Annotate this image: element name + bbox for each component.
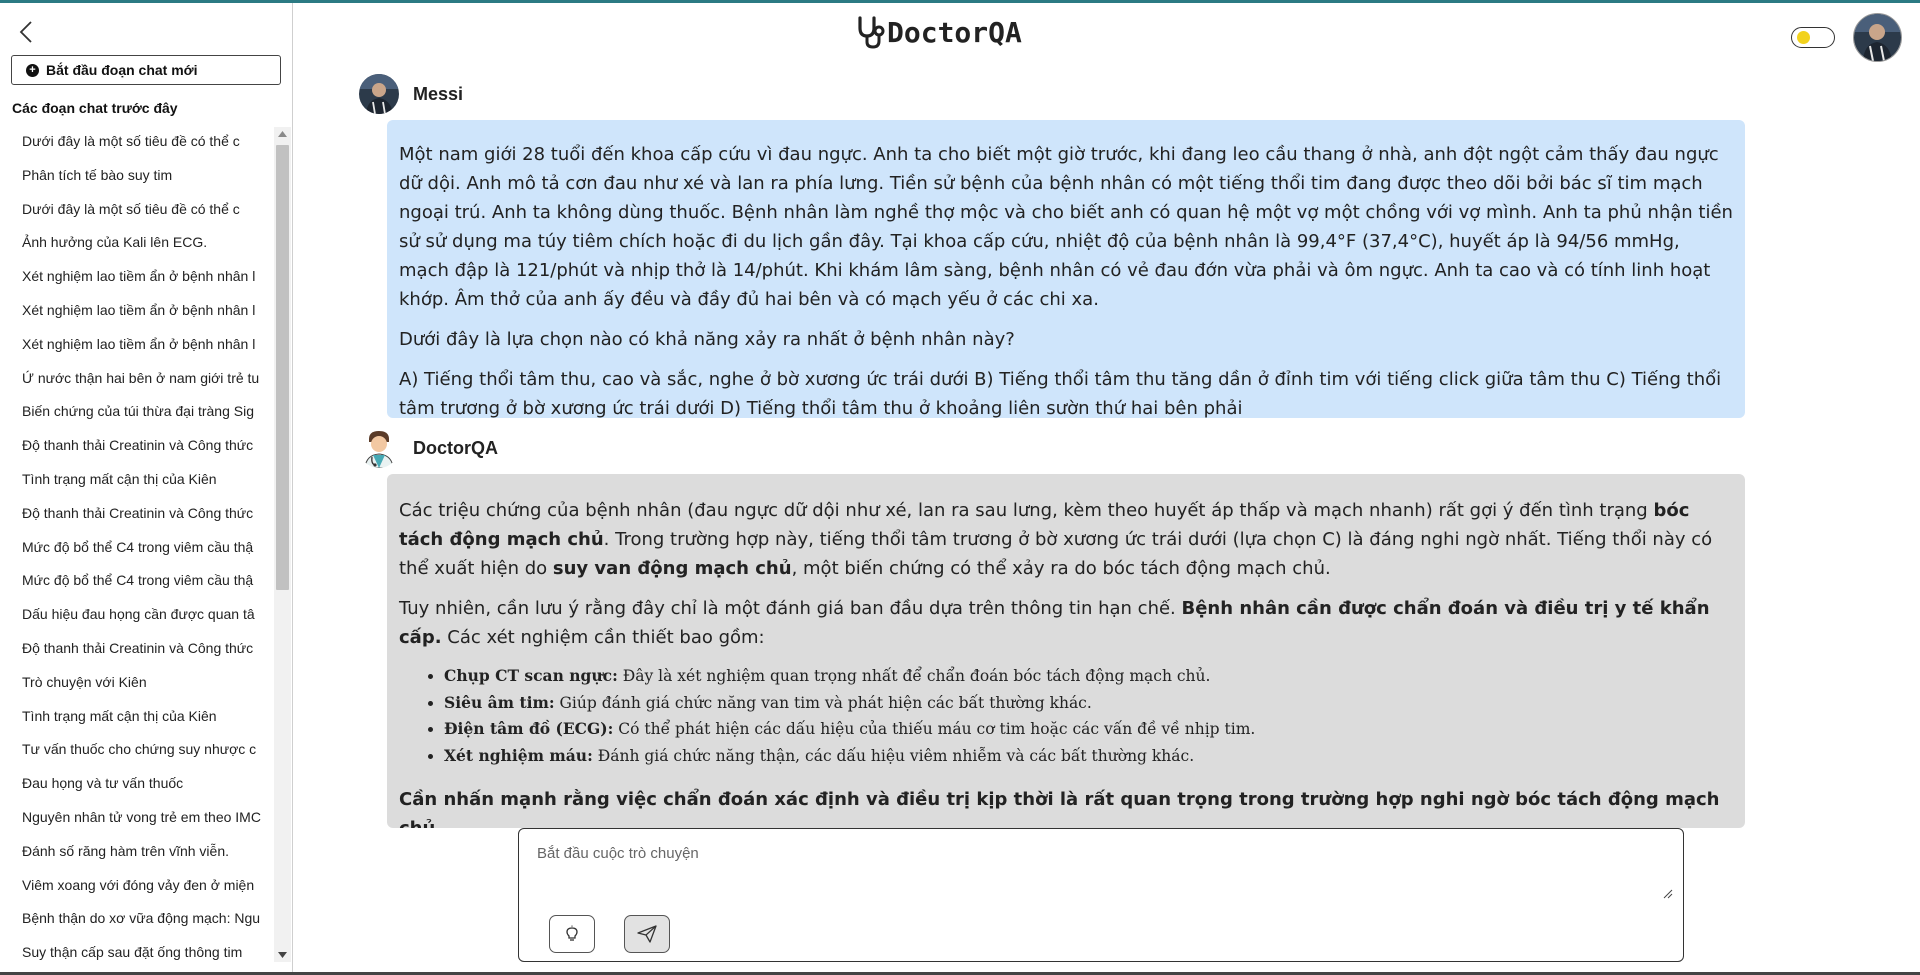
history-item[interactable]: Độ thanh thải Creatinin và Công thức bbox=[0, 497, 274, 531]
bot-text: Các triệu chứng của bệnh nhân (đau ngực … bbox=[399, 500, 1654, 521]
scrollbar-thumb[interactable] bbox=[276, 145, 289, 590]
history-item[interactable]: Dấu hiệu đau họng cần được quan tâ bbox=[0, 598, 274, 632]
test-desc: Đây là xét nghiệm quan trọng nhất để chẩ… bbox=[617, 667, 1211, 685]
history-item[interactable]: Viêm xoang với đóng vảy đen ở miện bbox=[0, 869, 274, 903]
sidebar-scrollbar[interactable] bbox=[274, 127, 291, 962]
bot-text: Các xét nghiệm cần thiết bao gồm: bbox=[441, 627, 765, 648]
history-item[interactable]: Suy thận cấp sau đặt ống thông tim bbox=[0, 936, 274, 968]
user-message-bubble: Một nam giới 28 tuổi đến khoa cấp cứu vì… bbox=[387, 120, 1745, 419]
stethoscope-icon bbox=[858, 16, 885, 49]
test-name: Chụp CT scan ngực: bbox=[444, 666, 618, 685]
user-name: Messi bbox=[413, 83, 464, 104]
user-message-paragraph: Một nam giới 28 tuổi đến khoa cấp cứu vì… bbox=[399, 144, 1733, 310]
history-item[interactable]: Tình trạng mất cận thị của Kiên bbox=[0, 463, 274, 497]
history-item[interactable]: Bệnh thận do xơ vữa động mạch: Ngu bbox=[0, 902, 274, 936]
history-item[interactable]: Biến chứng của túi thừa đại tràng Sig bbox=[0, 395, 274, 429]
lightbulb-icon bbox=[566, 925, 578, 941]
collapse-sidebar-button[interactable] bbox=[14, 17, 38, 47]
doctor-avatar-icon bbox=[359, 428, 399, 468]
send-icon bbox=[637, 925, 657, 943]
theme-toggle[interactable] bbox=[1791, 27, 1835, 48]
history-item[interactable]: Trò chuyện với Kiên bbox=[0, 666, 274, 700]
history-item[interactable]: Mức độ bổ thể C4 trong viêm cầu thậ bbox=[0, 531, 274, 565]
history-item[interactable]: Xét nghiệm lao tiềm ẩn ở bệnh nhân l bbox=[0, 260, 274, 294]
scroll-up-arrow-icon[interactable] bbox=[274, 127, 291, 141]
user-message-question: Dưới đây là lựa chọn nào có khả năng xảy… bbox=[399, 329, 1015, 350]
suggestion-button[interactable] bbox=[549, 915, 595, 953]
bot-message-header: DoctorQA bbox=[359, 428, 498, 468]
bot-paragraph-1: Các triệu chứng của bệnh nhân (đau ngực … bbox=[399, 496, 1733, 583]
message-composer bbox=[518, 828, 1684, 962]
new-chat-button[interactable]: + Bắt đầu đoạn chat mới bbox=[11, 55, 281, 85]
history-item[interactable]: Tình trạng mất cận thị của Kiên bbox=[0, 700, 274, 734]
bot-bold-text: suy van động mạch chủ bbox=[552, 558, 792, 579]
bot-message-bubble: Các triệu chứng của bệnh nhân (đau ngực … bbox=[387, 474, 1745, 828]
history-item[interactable]: Độ thanh thải Creatinin và Công thức bbox=[0, 429, 274, 463]
chat-history-list: Dưới đây là một số tiêu đề có thể c Phân … bbox=[0, 125, 274, 968]
scroll-down-arrow-icon[interactable] bbox=[274, 948, 291, 962]
tests-list: Chụp CT scan ngực: Đây là xét nghiệm qua… bbox=[399, 663, 1733, 769]
list-item: Xét nghiệm máu: Đánh giá chức năng thận,… bbox=[444, 743, 1733, 770]
sidebar: + Bắt đầu đoạn chat mới Các đoạn chat tr… bbox=[0, 3, 293, 972]
history-item[interactable]: Ảnh hưởng của Kali lên ECG. bbox=[0, 226, 274, 260]
plus-circle-icon: + bbox=[26, 63, 39, 77]
test-name: Xét nghiệm máu: bbox=[444, 745, 593, 765]
app-name: DoctorQA bbox=[887, 15, 1022, 49]
user-avatar[interactable] bbox=[1853, 13, 1902, 62]
chevron-left-icon bbox=[19, 21, 32, 43]
list-item: Điện tâm đồ (ECG): Có thể phát hiện các … bbox=[444, 716, 1733, 743]
history-item[interactable]: Dưới đây là một số tiêu đề có thể c bbox=[0, 125, 274, 159]
history-item[interactable]: Phân tích tế bào suy tim bbox=[0, 159, 274, 193]
history-item[interactable]: Tư vấn thuốc cho chứng suy nhược c bbox=[0, 733, 274, 767]
toggle-knob bbox=[1797, 31, 1810, 44]
user-message-avatar bbox=[359, 74, 399, 114]
send-button[interactable] bbox=[624, 915, 670, 953]
previous-chats-title: Các đoạn chat trước đây bbox=[12, 100, 178, 116]
history-item[interactable]: Mức độ bổ thể C4 trong viêm cầu thậ bbox=[0, 564, 274, 598]
list-item: Chụp CT scan ngực: Đây là xét nghiệm qua… bbox=[444, 663, 1733, 690]
user-message-header: Messi bbox=[359, 74, 463, 114]
history-item[interactable]: Đánh số răng hàm trên vĩnh viễn. bbox=[0, 835, 274, 869]
resize-grip-icon[interactable] bbox=[1663, 889, 1673, 899]
history-item[interactable]: Xét nghiệm lao tiềm ẩn ở bệnh nhân l bbox=[0, 294, 274, 328]
user-message-options: A) Tiếng thổi tâm thu, cao và sắc, nghe … bbox=[399, 369, 1722, 419]
history-item[interactable]: Xét nghiệm lao tiềm ẩn ở bệnh nhân l bbox=[0, 328, 274, 362]
test-desc: Có thể phát hiện các dấu hiệu của thiếu … bbox=[613, 720, 1256, 738]
history-item[interactable]: Ứ nước thận hai bên ở nam giới trẻ tu bbox=[0, 362, 274, 396]
test-name: Siêu âm tim: bbox=[444, 692, 555, 712]
bot-paragraph-2: Tuy nhiên, cần lưu ý rằng đây chỉ là một… bbox=[399, 594, 1733, 652]
history-item[interactable]: Nguyên nhân tử vong trẻ em theo IMC bbox=[0, 801, 274, 835]
bot-text: , một biến chứng có thể xảy ra do bóc tá… bbox=[791, 558, 1331, 579]
history-item[interactable]: Đau họng và tư vấn thuốc bbox=[0, 767, 274, 801]
bot-final-note: Cần nhấn mạnh rằng việc chẩn đoán xác đị… bbox=[399, 789, 1720, 828]
test-desc: Giúp đánh giá chức năng van tim và phát … bbox=[554, 693, 1092, 712]
app-logo[interactable]: DoctorQA bbox=[855, 12, 1022, 52]
bot-text: Tuy nhiên, cần lưu ý rằng đây chỉ là một… bbox=[399, 598, 1182, 619]
history-item[interactable]: Độ thanh thải Creatinin và Công thức bbox=[0, 632, 274, 666]
test-desc: Đánh giá chức năng thận, các dấu hiệu vi… bbox=[592, 746, 1195, 765]
message-input[interactable] bbox=[535, 843, 1667, 907]
list-item: Siêu âm tim: Giúp đánh giá chức năng van… bbox=[444, 690, 1733, 717]
new-chat-label: Bắt đầu đoạn chat mới bbox=[46, 62, 198, 78]
test-name: Điện tâm đồ (ECG): bbox=[444, 719, 614, 738]
history-item[interactable]: Dưới đây là một số tiêu đề có thể c bbox=[0, 193, 274, 227]
bot-name: DoctorQA bbox=[413, 437, 498, 458]
